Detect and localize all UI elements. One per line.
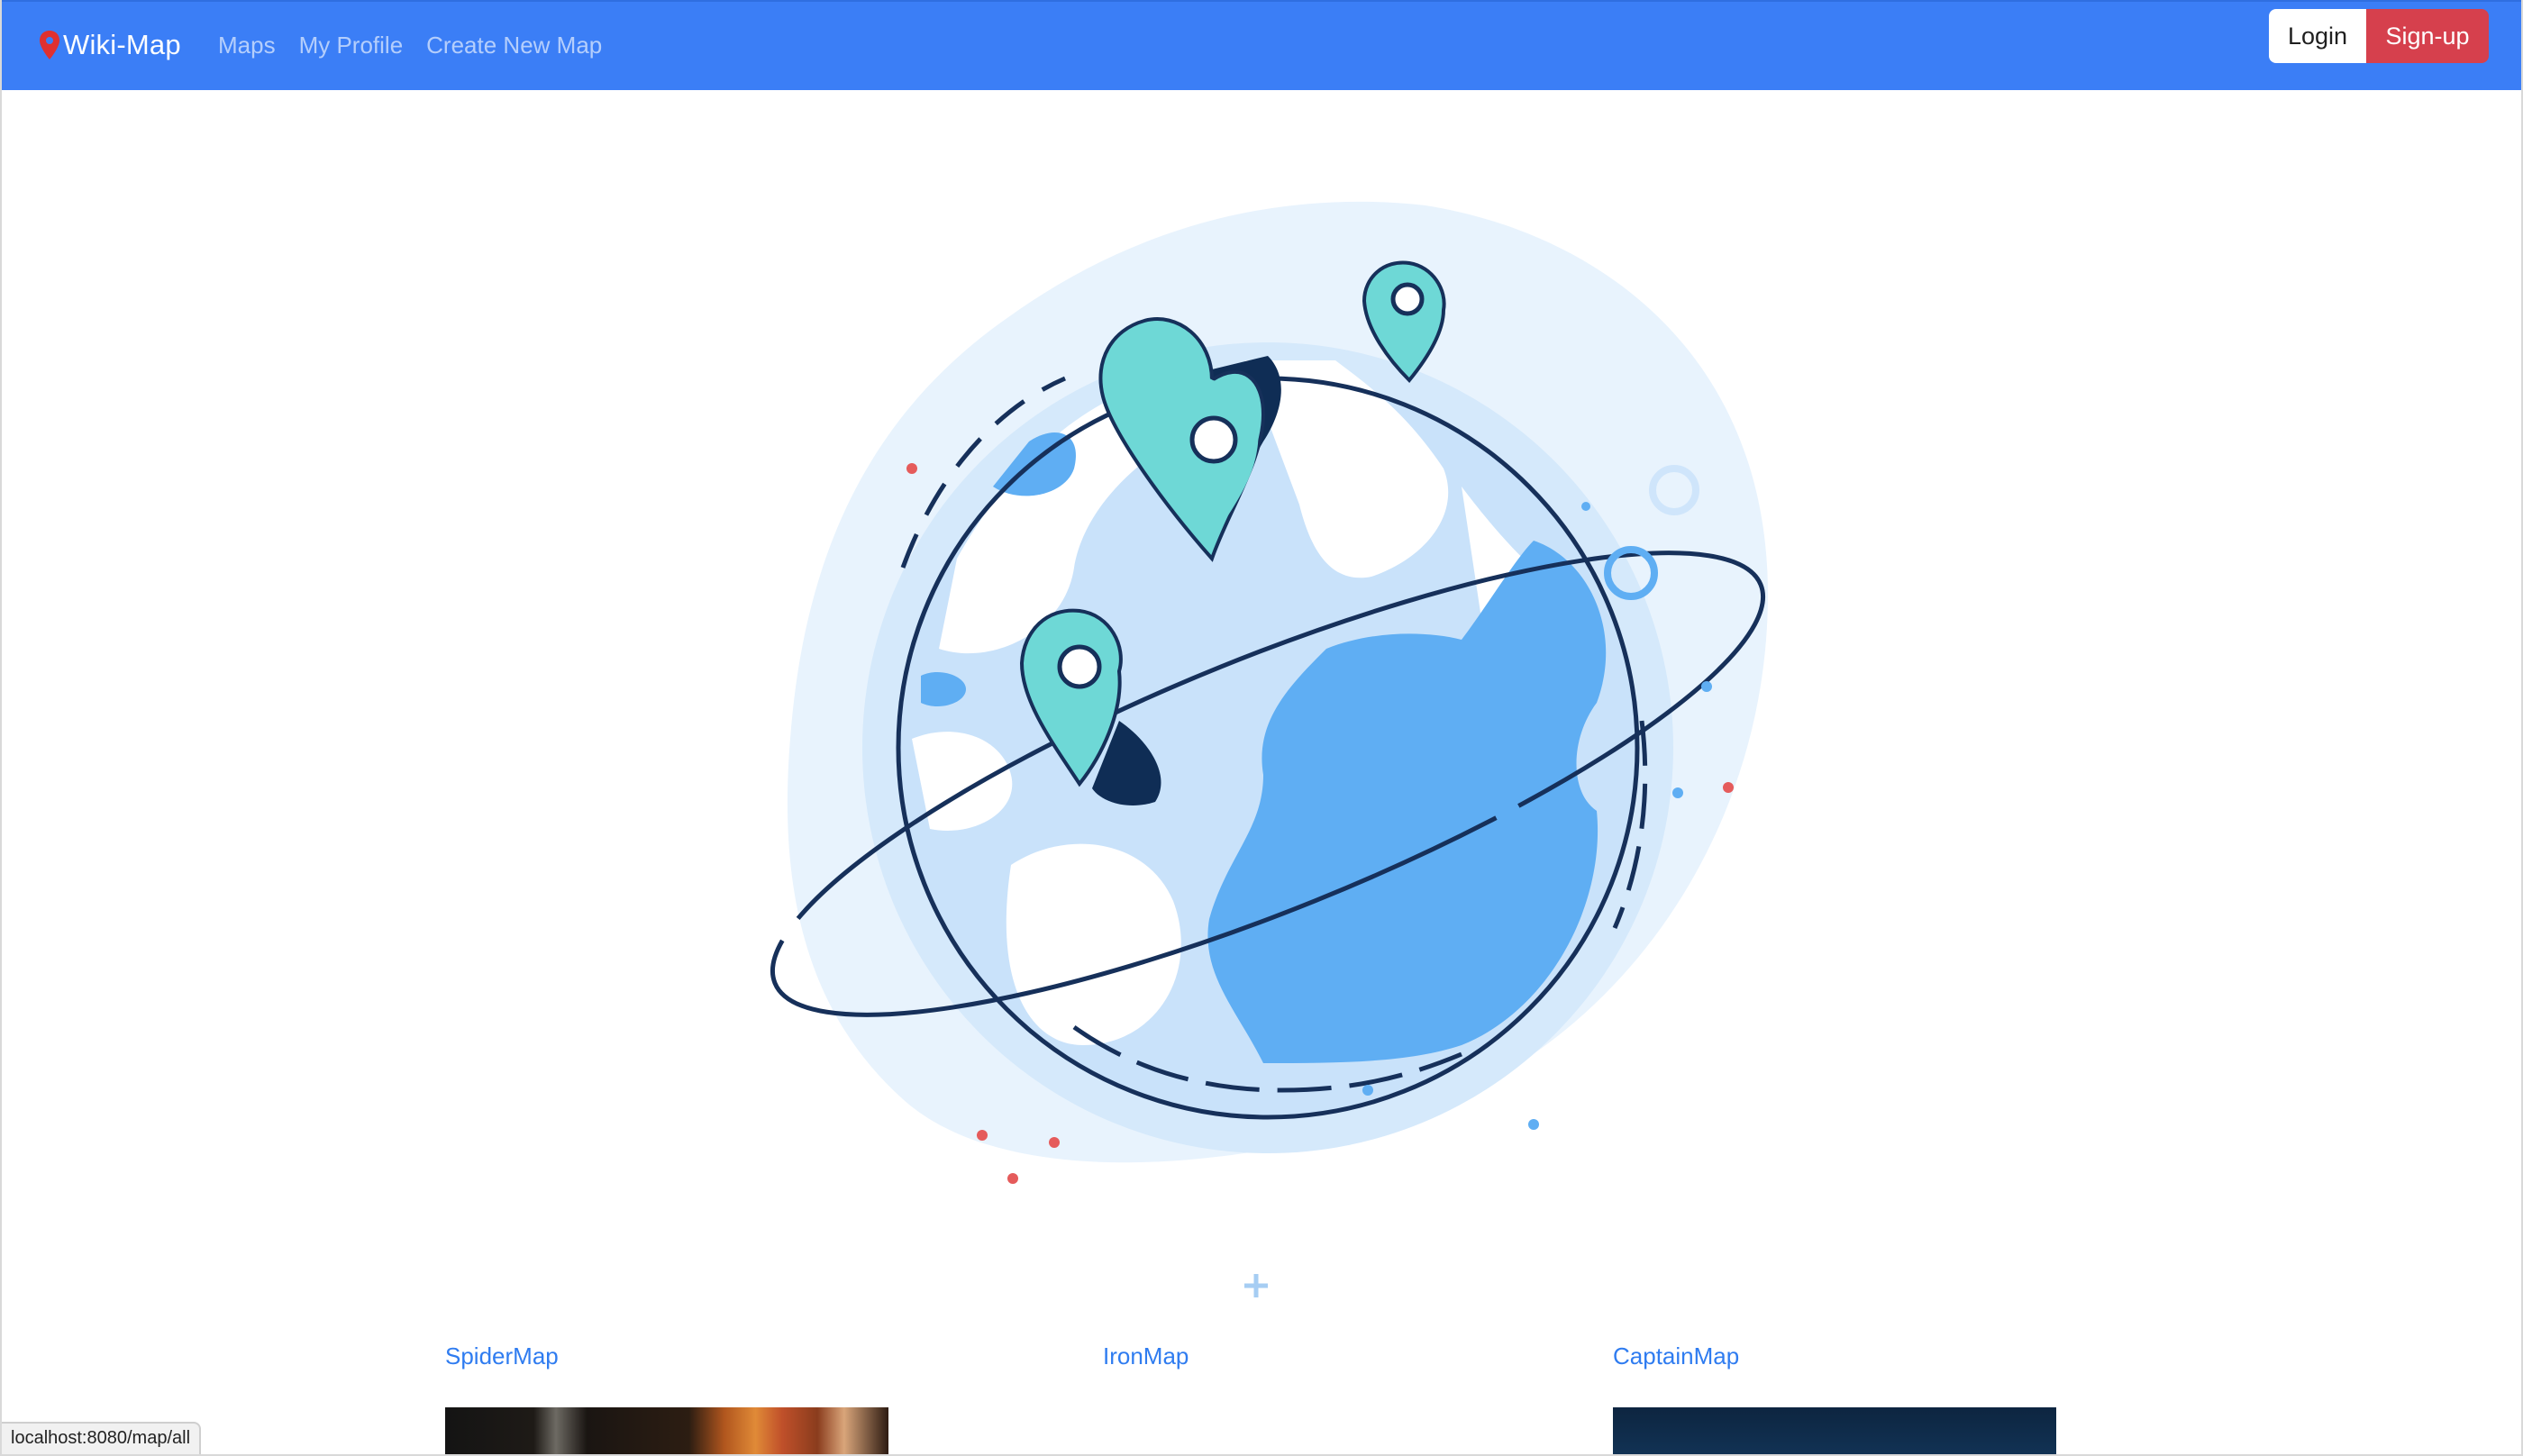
map-title-link[interactable]: IronMap — [1103, 1342, 1189, 1370]
hero-section — [2, 90, 2521, 1333]
browser-viewport: Wiki-Map Maps My Profile Create New Map … — [0, 0, 2523, 1456]
signup-button[interactable]: Sign-up — [2366, 9, 2489, 63]
map-title-link[interactable]: SpiderMap — [445, 1342, 559, 1370]
globe-with-map-pins-illustration — [770, 201, 1769, 1297]
login-button[interactable]: Login — [2269, 9, 2366, 63]
brand-link[interactable]: Wiki-Map — [38, 18, 181, 72]
brand-name: Wiki-Map — [63, 29, 181, 60]
nav-link-create-new-map[interactable]: Create New Map — [426, 32, 602, 59]
nav-link-my-profile[interactable]: My Profile — [299, 32, 404, 59]
map-thumbnail[interactable] — [1613, 1407, 2056, 1454]
status-bar-url: localhost:8080/map/all — [2, 1422, 202, 1454]
map-thumbnail[interactable] — [445, 1407, 888, 1454]
map-card-spidermap: SpiderMap — [445, 1342, 888, 1454]
map-title-link[interactable]: CaptainMap — [1613, 1342, 1739, 1370]
map-pin-icon — [38, 30, 61, 60]
map-card-ironmap: IronMap — [1103, 1342, 1189, 1370]
navbar: Wiki-Map Maps My Profile Create New Map … — [2, 0, 2521, 90]
map-card-captainmap: CaptainMap — [1613, 1342, 2056, 1454]
nav-links: Maps My Profile Create New Map — [218, 18, 625, 72]
nav-link-maps[interactable]: Maps — [218, 32, 276, 59]
